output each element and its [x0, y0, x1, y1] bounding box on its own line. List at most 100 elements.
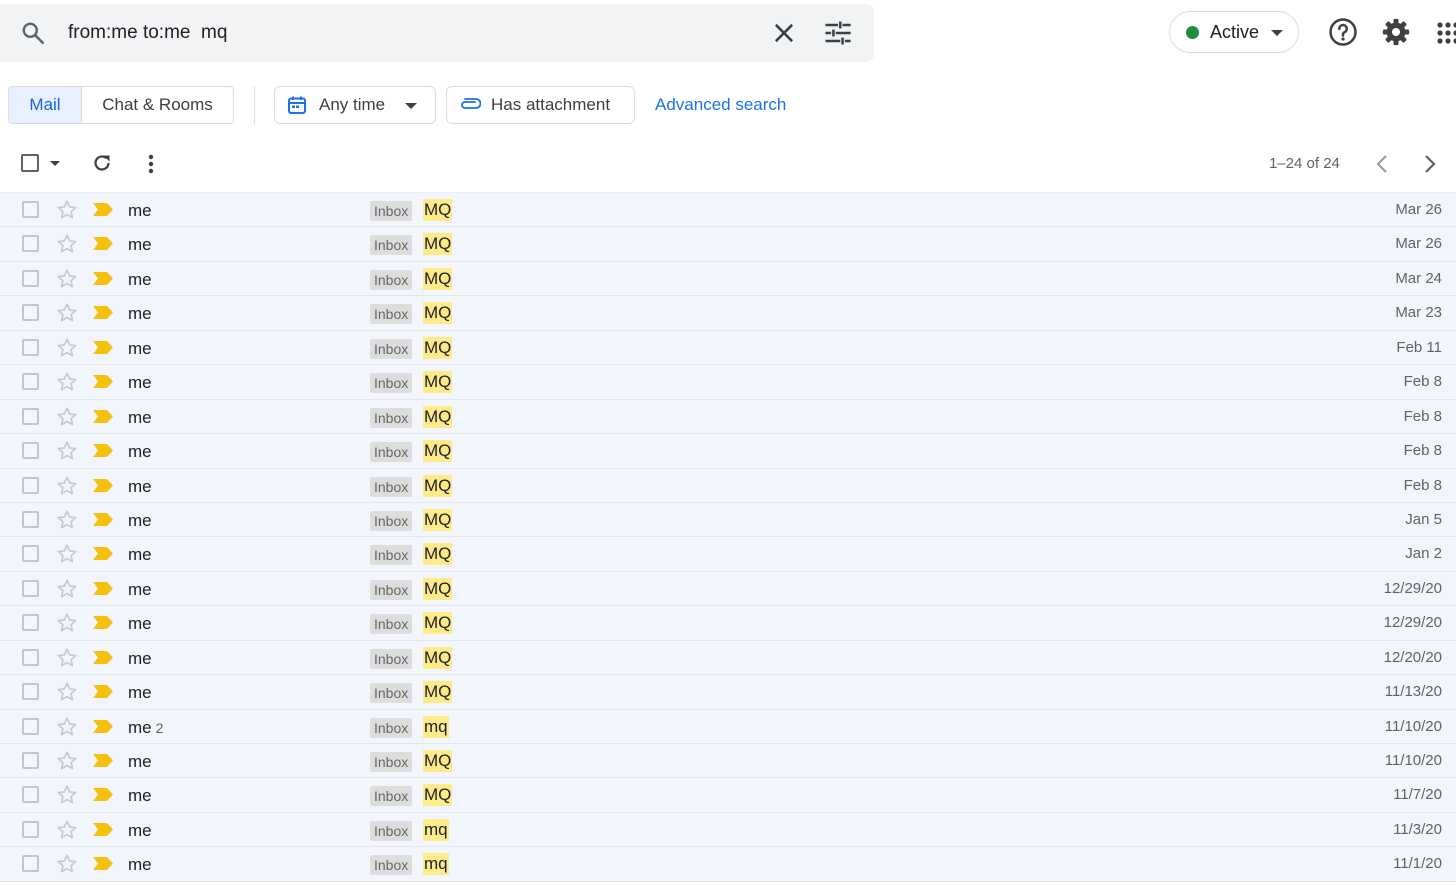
message-row[interactable]: me Inbox MQ Feb 8: [0, 434, 1456, 469]
message-row[interactable]: me Inbox MQ Feb 8: [0, 399, 1456, 435]
star-icon[interactable]: [56, 440, 78, 462]
inbox-label-badge[interactable]: Inbox: [370, 579, 413, 600]
message-row[interactable]: me Inbox MQ Mar 23: [0, 296, 1456, 331]
message-row[interactable]: me Inbox mq 11/3/20: [0, 812, 1456, 848]
select-options-caret-icon[interactable]: [49, 160, 61, 167]
row-checkbox[interactable]: [22, 269, 39, 287]
inbox-label-badge[interactable]: Inbox: [370, 373, 413, 394]
important-marker-icon[interactable]: [93, 340, 113, 354]
message-row[interactable]: me Inbox MQ Jan 5: [0, 502, 1456, 538]
row-checkbox[interactable]: [22, 201, 39, 218]
star-icon[interactable]: [56, 268, 78, 290]
row-checkbox[interactable]: [22, 648, 39, 666]
star-icon[interactable]: [56, 233, 78, 255]
inbox-label-badge[interactable]: Inbox: [370, 683, 413, 704]
important-marker-icon[interactable]: [93, 788, 113, 802]
important-marker-icon[interactable]: [93, 685, 113, 699]
star-icon[interactable]: [56, 853, 78, 875]
help-icon[interactable]: [1328, 17, 1358, 47]
row-checkbox[interactable]: [22, 579, 39, 597]
important-marker-icon[interactable]: [93, 857, 113, 871]
star-icon[interactable]: [56, 199, 78, 221]
message-row[interactable]: me Inbox MQ Feb 8: [0, 468, 1456, 503]
close-icon[interactable]: [770, 19, 798, 47]
inbox-label-badge[interactable]: Inbox: [370, 820, 413, 841]
important-marker-icon[interactable]: [93, 719, 113, 733]
inbox-label-badge[interactable]: Inbox: [370, 510, 413, 531]
important-marker-icon[interactable]: [93, 409, 113, 423]
refresh-icon[interactable]: [90, 151, 114, 175]
gear-icon[interactable]: [1381, 17, 1411, 47]
row-checkbox[interactable]: [22, 683, 39, 701]
any-time-chip[interactable]: Any time: [274, 86, 436, 124]
inbox-label-badge[interactable]: Inbox: [370, 648, 413, 669]
inbox-label-badge[interactable]: Inbox: [370, 614, 413, 635]
star-icon[interactable]: [56, 784, 78, 806]
star-icon[interactable]: [56, 578, 78, 600]
row-checkbox[interactable]: [22, 235, 39, 253]
message-row[interactable]: me Inbox MQ Mar 24: [0, 261, 1456, 297]
inbox-label-badge[interactable]: Inbox: [370, 717, 413, 738]
star-icon[interactable]: [56, 509, 78, 531]
row-checkbox[interactable]: [22, 407, 39, 425]
star-icon[interactable]: [56, 612, 78, 634]
inbox-label-badge[interactable]: Inbox: [370, 855, 413, 876]
inbox-label-badge[interactable]: Inbox: [370, 752, 413, 772]
important-marker-icon[interactable]: [93, 478, 113, 492]
star-icon[interactable]: [56, 302, 78, 324]
message-row[interactable]: me Inbox MQ Mar 26: [0, 193, 1456, 228]
message-row[interactable]: me Inbox MQ 11/10/20: [0, 744, 1456, 779]
message-row[interactable]: me Inbox MQ 12/20/20: [0, 640, 1456, 676]
message-row[interactable]: me Inbox MQ Mar 26: [0, 227, 1456, 262]
status-selector[interactable]: Active: [1169, 11, 1299, 53]
row-checkbox[interactable]: [22, 373, 39, 391]
message-row[interactable]: me Inbox MQ 12/29/20: [0, 606, 1456, 641]
important-marker-icon[interactable]: [93, 822, 113, 836]
star-icon[interactable]: [56, 337, 78, 359]
scope-mail-button[interactable]: Mail: [9, 87, 81, 123]
star-icon[interactable]: [56, 750, 78, 772]
star-icon[interactable]: [56, 819, 78, 841]
message-row[interactable]: me Inbox MQ 12/29/20: [0, 571, 1456, 607]
important-marker-icon[interactable]: [93, 444, 113, 458]
message-row[interactable]: me Inbox MQ 11/7/20: [0, 778, 1456, 813]
scope-chat-rooms-button[interactable]: Chat & Rooms: [81, 87, 233, 123]
message-row[interactable]: me 2 Inbox mq 11/10/20: [0, 709, 1456, 744]
star-icon[interactable]: [56, 406, 78, 428]
row-checkbox[interactable]: [22, 855, 39, 873]
row-checkbox[interactable]: [22, 476, 39, 494]
row-checkbox[interactable]: [22, 545, 39, 563]
important-marker-icon[interactable]: [93, 203, 113, 216]
important-marker-icon[interactable]: [93, 375, 113, 389]
important-marker-icon[interactable]: [93, 271, 113, 285]
important-marker-icon[interactable]: [93, 616, 113, 630]
has-attachment-chip[interactable]: Has attachment: [446, 86, 635, 124]
important-marker-icon[interactable]: [93, 547, 113, 561]
important-marker-icon[interactable]: [93, 512, 113, 526]
row-checkbox[interactable]: [22, 304, 39, 322]
inbox-label-badge[interactable]: Inbox: [370, 545, 413, 566]
row-checkbox[interactable]: [22, 442, 39, 460]
chevron-right-icon[interactable]: [1420, 152, 1440, 176]
inbox-label-badge[interactable]: Inbox: [370, 269, 413, 290]
important-marker-icon[interactable]: [93, 581, 113, 595]
row-checkbox[interactable]: [22, 820, 39, 838]
inbox-label-badge[interactable]: Inbox: [370, 235, 413, 256]
star-icon[interactable]: [56, 371, 78, 393]
message-row[interactable]: me Inbox MQ Jan 2: [0, 537, 1456, 572]
inbox-label-badge[interactable]: Inbox: [370, 476, 413, 497]
star-icon[interactable]: [56, 543, 78, 565]
message-row[interactable]: me Inbox MQ Feb 8: [0, 365, 1456, 400]
star-icon[interactable]: [56, 716, 78, 738]
star-icon[interactable]: [56, 681, 78, 703]
search-icon[interactable]: [20, 20, 46, 46]
row-checkbox[interactable]: [22, 717, 39, 735]
important-marker-icon[interactable]: [93, 650, 113, 664]
important-marker-icon[interactable]: [93, 306, 113, 320]
more-options-icon[interactable]: [145, 153, 157, 175]
row-checkbox[interactable]: [22, 614, 39, 632]
inbox-label-badge[interactable]: Inbox: [370, 201, 413, 221]
row-checkbox[interactable]: [22, 510, 39, 528]
inbox-label-badge[interactable]: Inbox: [370, 786, 413, 807]
row-checkbox[interactable]: [22, 752, 39, 769]
